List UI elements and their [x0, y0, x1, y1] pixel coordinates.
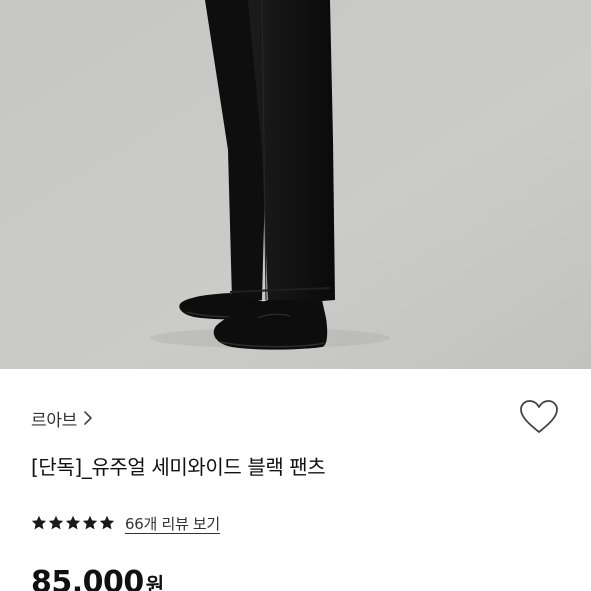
- price-unit: 원: [145, 573, 165, 591]
- star-icon: [82, 515, 98, 531]
- product-info-panel: 르아브 [단독]_유주얼 세미와이드 블랙 팬츠 66개 리뷰 보기 85,00…: [0, 369, 591, 591]
- wishlist-button[interactable]: [518, 399, 560, 439]
- price: 85,000 원: [31, 565, 164, 591]
- review-link[interactable]: 66개 리뷰 보기: [125, 513, 220, 534]
- product-photo-illustration: [0, 0, 591, 369]
- star-icon: [65, 515, 81, 531]
- product-title: [단독]_유주얼 세미와이드 블랙 팬츠: [31, 455, 326, 479]
- rating-stars: [31, 515, 115, 531]
- star-icon: [99, 515, 115, 531]
- brand-link[interactable]: 르아브: [31, 406, 93, 431]
- brand-name[interactable]: 르아브: [31, 406, 77, 431]
- heart-outline-icon: [519, 399, 559, 439]
- rating-row: 66개 리뷰 보기: [31, 512, 220, 534]
- star-icon: [31, 515, 47, 531]
- chevron-right-icon: [83, 410, 93, 426]
- star-icon: [48, 515, 64, 531]
- price-value: 85,000: [31, 565, 144, 591]
- product-image[interactable]: [0, 0, 591, 369]
